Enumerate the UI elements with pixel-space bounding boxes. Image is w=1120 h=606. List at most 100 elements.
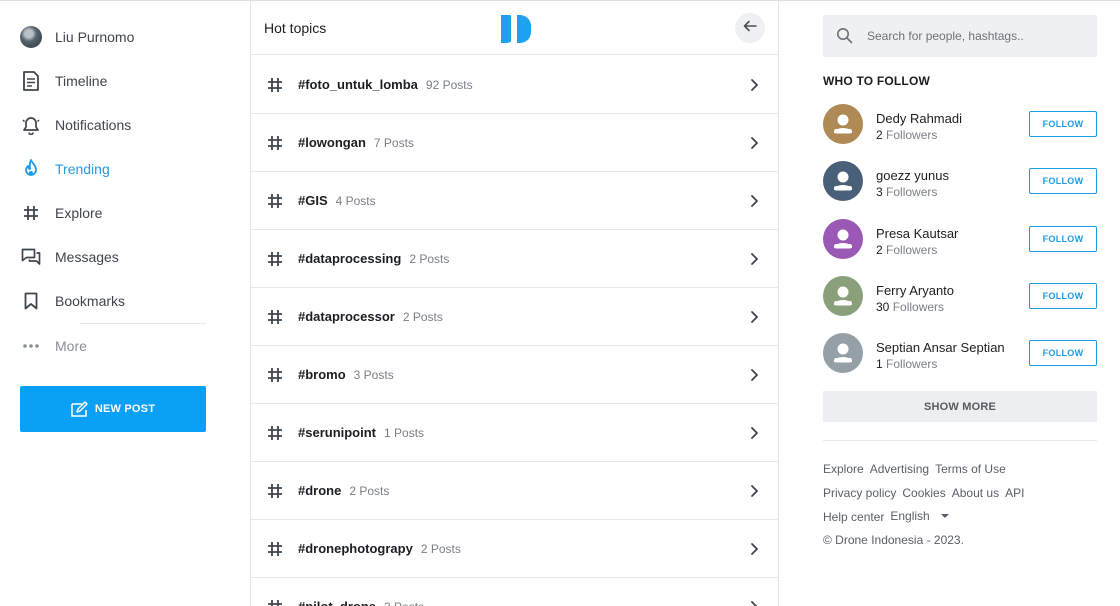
topic-row[interactable]: #bromo 3 Posts [251,346,778,404]
topic-row[interactable]: #drone 2 Posts [251,462,778,520]
topic-tag: #drone [298,483,342,498]
follow-button[interactable]: FOLLOW [1029,111,1097,137]
page-title: Hot topics [264,20,327,36]
footer-row-2: Privacy policy Cookies About us API [823,486,1103,500]
follow-button[interactable]: FOLLOW [1029,340,1097,367]
nav-label: Timeline [55,73,108,89]
person-name[interactable]: Septian Ansar Septian [876,340,1005,355]
topic-tag: #dataprocessing [298,251,402,266]
topic-row[interactable]: #dronephotograpy 2 Posts [251,520,778,578]
hashtag-icon [267,251,283,267]
right-sidebar: WHO TO FOLLOW Dedy Rahmadi 2 Followers FOL… [779,0,1120,606]
compose-icon [71,401,89,417]
topic-name: #dronephotograpy 2 Posts [298,541,461,556]
topic-name: #GIS 4 Posts [298,193,376,208]
person-name[interactable]: Ferry Aryanto [876,283,954,298]
who-to-follow-title: WHO TO FOLLOW [823,74,931,88]
topic-row[interactable]: #foto_untuk_lomba 92 Posts [251,56,778,114]
follow-button[interactable]: FOLLOW [1029,168,1097,195]
hashtag-icon [267,135,283,151]
footer-link-terms[interactable]: Terms of Use [935,462,1006,476]
follow-suggestion: goezz yunus 3 Followers FOLLOW [823,161,1097,205]
nav-item-more[interactable]: More [20,331,87,361]
avatar[interactable] [823,333,863,374]
person-name[interactable]: Presa Kautsar [876,226,958,241]
followers-word: Followers [886,357,938,372]
hashtag-icon [20,202,42,224]
footer-row-1: Explore Advertising Terms of Use [823,462,1103,476]
topic-row[interactable]: #pilot_drone 3 Posts [251,578,778,606]
topic-name: #bromo 3 Posts [298,367,394,382]
follow-suggestion: Septian Ansar Septian 1 Followers FOLLOW [823,333,1097,377]
new-post-label: NEW POST [94,403,156,415]
brand-logo [501,15,531,43]
show-more-button[interactable]: SHOW MORE [823,391,1097,422]
nav-item-explore[interactable]: Explore [20,198,102,228]
chevron-right-icon [748,136,760,150]
person-name[interactable]: goezz yunus [876,168,949,183]
nav-item-notifications[interactable]: Notifications [20,110,131,140]
followers-word: Followers [886,185,938,200]
footer-link-api[interactable]: API [1005,486,1024,500]
topic-post-count: 2 Posts [349,484,390,498]
avatar[interactable] [823,104,863,144]
hashtag-icon [267,599,283,606]
topic-post-count: 3 Posts [384,600,424,606]
follower-number: 3 [876,185,883,200]
nav-label: Trending [55,161,110,177]
follower-count: 2 Followers [876,243,937,257]
nav-label: Bookmarks [55,293,126,309]
avatar[interactable] [823,275,863,316]
follow-suggestion: Presa Kautsar 2 Followers FOLLOW [823,218,1097,263]
nav-item-trending[interactable]: Trending [20,154,110,184]
topic-row[interactable]: #serunipoint 1 Posts [251,404,778,462]
topic-name: #dataprocessing 2 Posts [298,251,449,266]
nav-label: Notifications [55,117,132,133]
topic-tag: #GIS [298,193,328,208]
follower-count: 1 Followers [876,357,937,371]
search-input[interactable] [867,25,1087,47]
new-post-button[interactable]: NEW POST [20,386,206,432]
footer-link-cookies[interactable]: Cookies [902,486,945,500]
follow-button[interactable]: FOLLOW [1029,225,1097,252]
profile-name: Liu Purnomo [55,29,135,45]
topic-tag: #pilot_drone [298,599,376,606]
topic-row[interactable]: #dataprocessing 2 Posts [251,230,778,288]
topic-name: #pilot_drone 3 Posts [298,599,424,606]
chat-icon [20,246,42,268]
language-select[interactable]: English [890,508,954,524]
topic-tag: #dataprocessor [298,309,395,324]
profile-link[interactable]: Liu Purnomo [20,22,134,52]
follower-count: 3 Followers [876,185,937,199]
topic-row[interactable]: #dataprocessor 2 Posts [251,288,778,346]
caret-down-icon [940,514,949,518]
footer-link-explore[interactable]: Explore [823,462,864,476]
follower-count: 30 Followers [876,300,944,314]
follow-suggestion: Dedy Rahmadi 2 Followers FOLLOW [823,104,1097,148]
more-dots-icon [20,335,42,357]
footer-link-privacy[interactable]: Privacy policy [823,486,896,500]
topic-row[interactable]: #GIS 4 Posts [251,172,778,230]
back-button[interactable] [735,13,765,43]
topic-name: #drone 2 Posts [298,483,389,498]
nav-item-messages[interactable]: Messages [20,242,119,272]
topic-row[interactable]: #lowongan 7 Posts [251,114,778,172]
bell-icon [20,114,42,136]
avatar[interactable] [823,218,863,259]
followers-word: Followers [892,299,945,314]
chevron-right-icon [748,542,760,556]
nav-item-bookmarks[interactable]: Bookmarks [20,286,125,316]
footer-link-help[interactable]: Help center [823,510,884,524]
nav-item-timeline[interactable]: Timeline [20,66,107,96]
divider [823,440,1097,441]
avatar[interactable] [823,161,863,202]
hashtag-icon [267,541,283,557]
person-name[interactable]: Dedy Rahmadi [876,111,962,126]
chevron-right-icon [748,600,760,606]
footer-link-about[interactable]: About us [952,486,999,500]
topic-post-count: 7 Posts [373,136,414,150]
hashtag-icon [267,425,283,441]
topic-post-count: 4 Posts [335,194,376,208]
follow-button[interactable]: FOLLOW [1029,282,1097,309]
footer-link-advertising[interactable]: Advertising [870,462,929,476]
